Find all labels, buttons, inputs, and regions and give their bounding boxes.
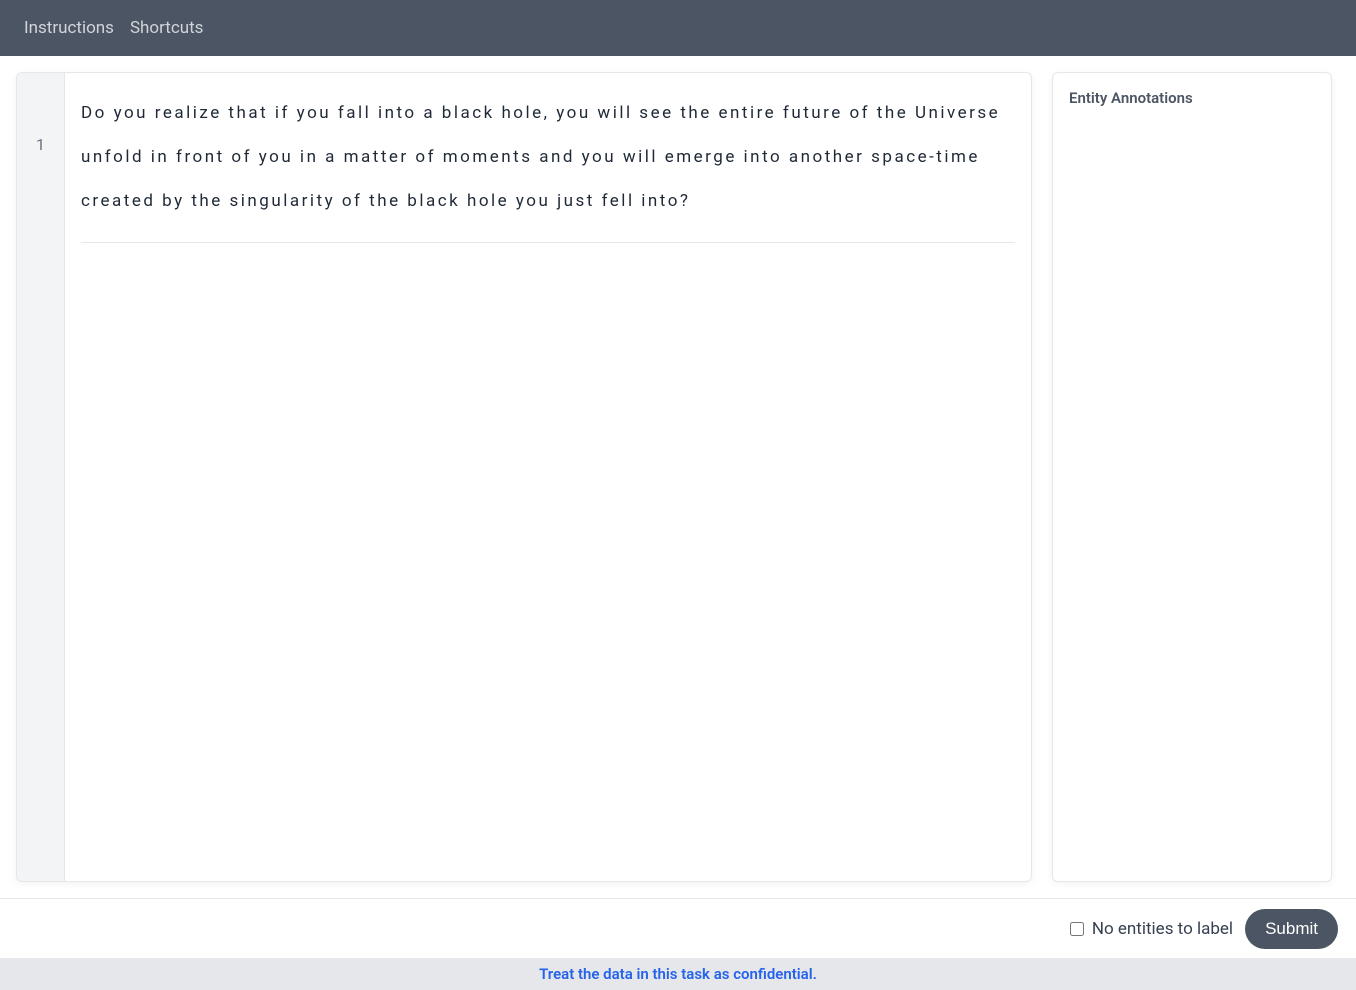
submit-button[interactable]: Submit xyxy=(1245,909,1338,949)
annotation-text[interactable]: Do you realize that if you fall into a b… xyxy=(81,91,1015,224)
confidentiality-banner: Treat the data in this task as confident… xyxy=(0,958,1356,990)
line-number-gutter: 1 xyxy=(17,73,65,881)
no-entities-checkbox-wrap[interactable]: No entities to label xyxy=(1070,919,1233,939)
main-area: 1 Do you realize that if you fall into a… xyxy=(0,56,1356,898)
instructions-link[interactable]: Instructions xyxy=(24,18,114,38)
entity-annotations-panel: Entity Annotations xyxy=(1052,72,1332,882)
no-entities-checkbox[interactable] xyxy=(1070,922,1084,936)
text-row: Do you realize that if you fall into a b… xyxy=(81,91,1015,243)
bottom-action-bar: No entities to label Submit xyxy=(0,898,1356,958)
text-content-area[interactable]: Do you realize that if you fall into a b… xyxy=(65,73,1031,881)
no-entities-label: No entities to label xyxy=(1092,919,1233,939)
shortcuts-link[interactable]: Shortcuts xyxy=(130,18,204,38)
text-annotation-panel: 1 Do you realize that if you fall into a… xyxy=(16,72,1032,882)
top-bar: Instructions Shortcuts xyxy=(0,0,1356,56)
confidentiality-message: Treat the data in this task as confident… xyxy=(539,965,817,983)
line-number: 1 xyxy=(17,135,64,154)
entity-annotations-title: Entity Annotations xyxy=(1069,89,1315,107)
